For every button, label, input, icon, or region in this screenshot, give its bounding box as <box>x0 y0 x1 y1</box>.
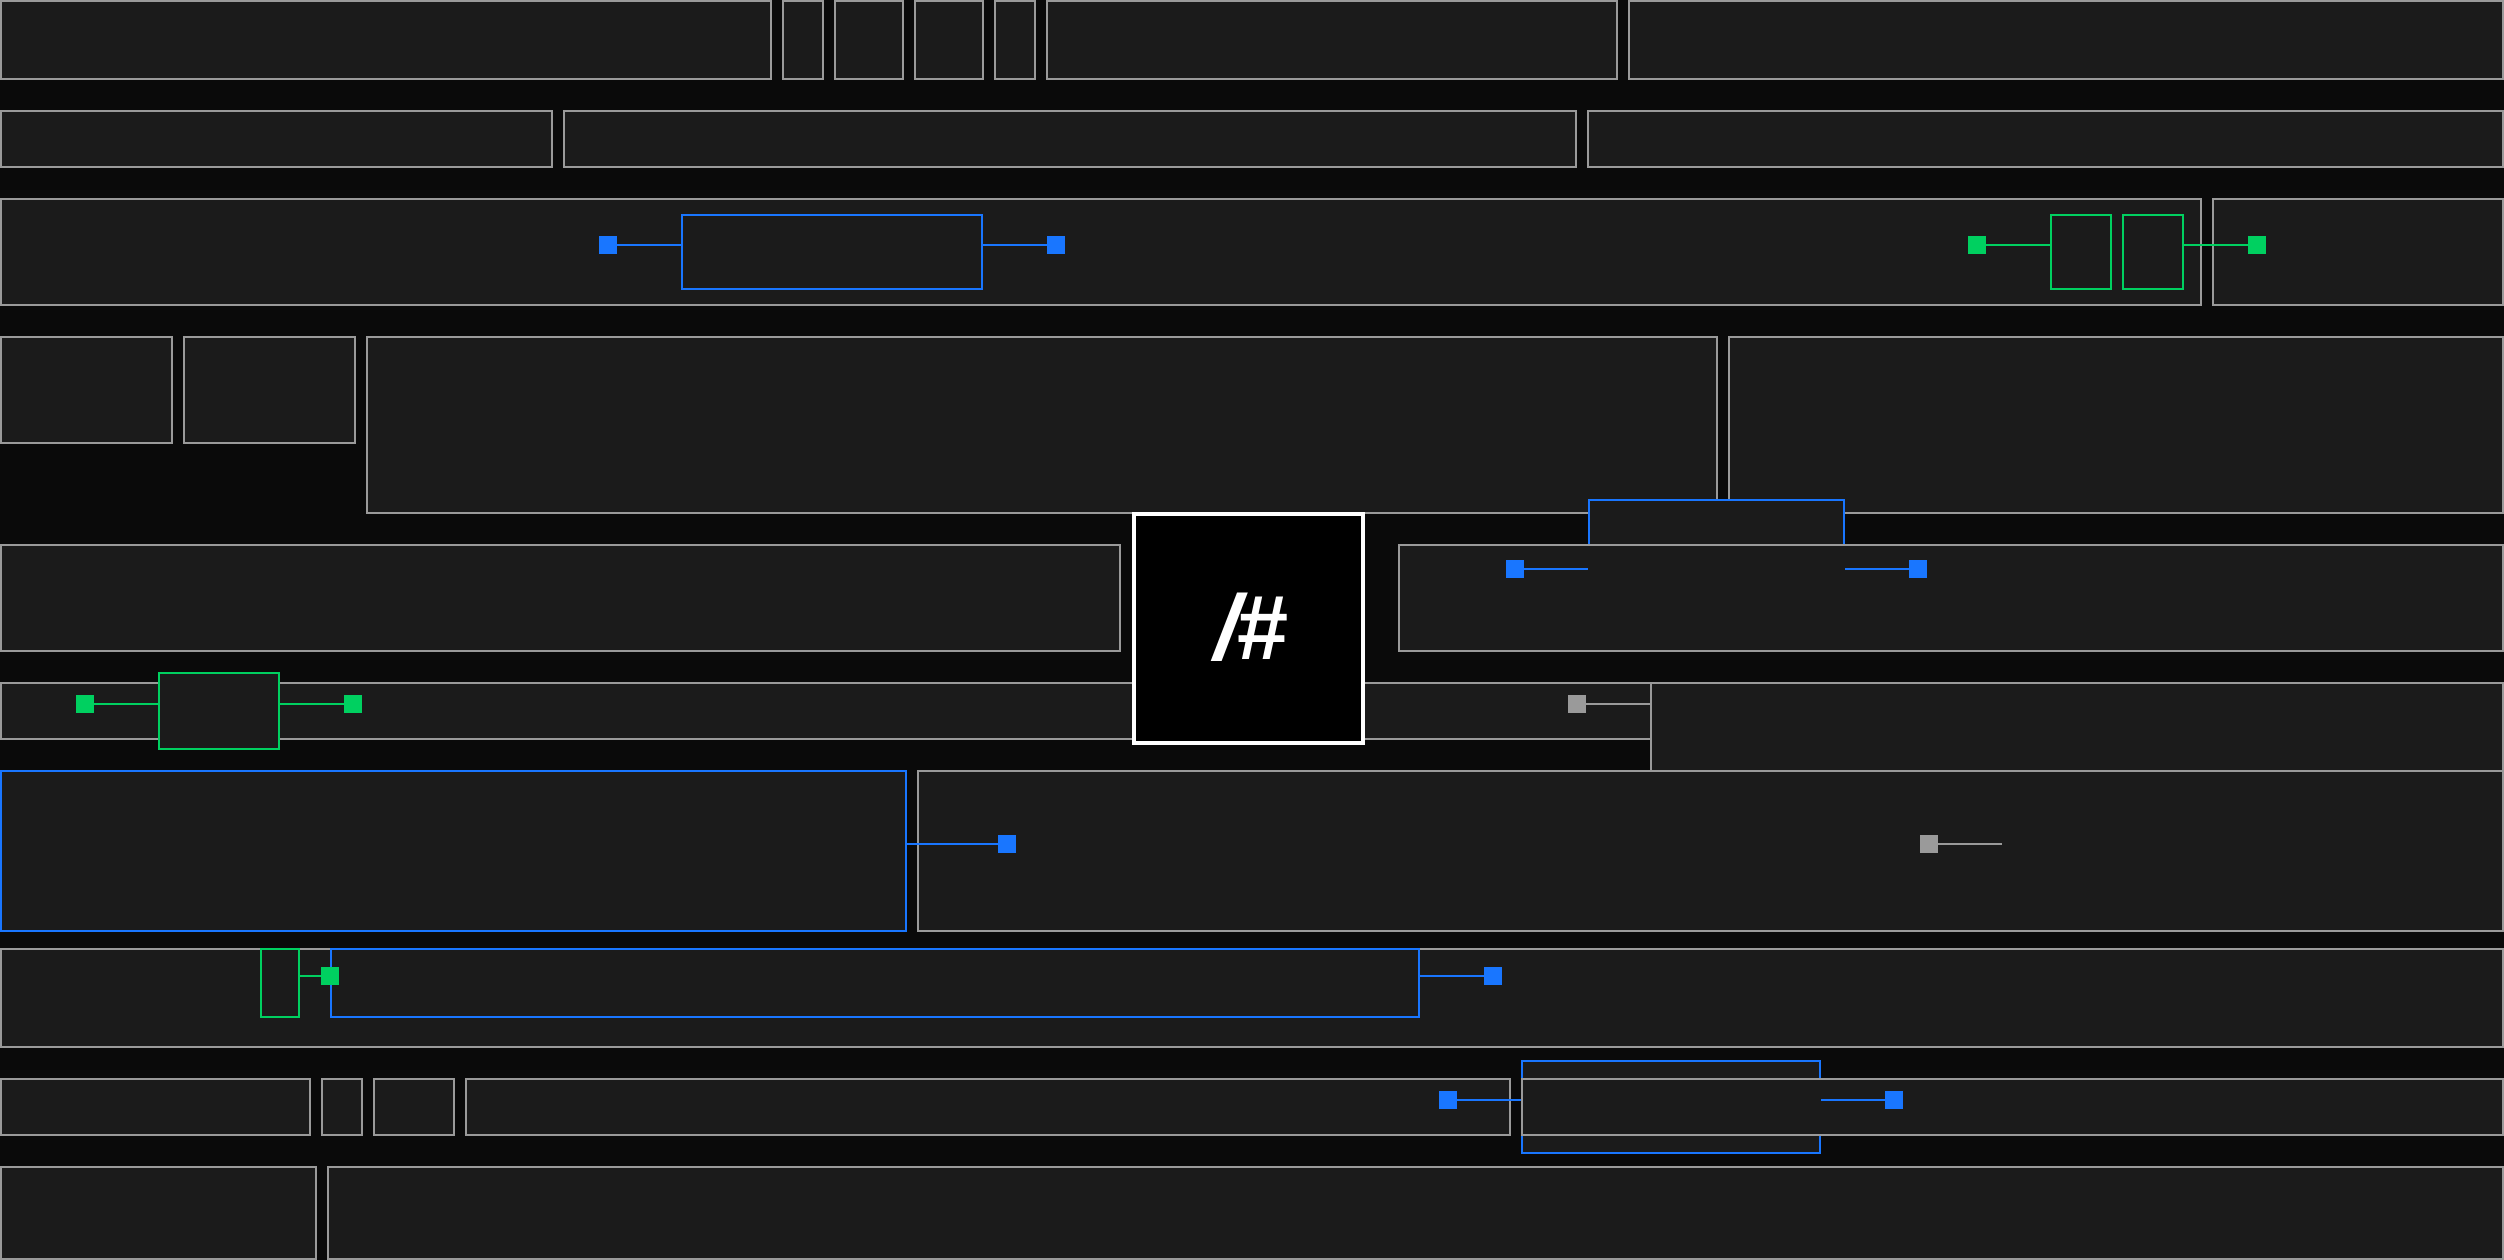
connector-wire-10 <box>1929 843 2002 845</box>
block-8 <box>563 110 1577 168</box>
connector-wire-2 <box>1977 244 2050 246</box>
block-16 <box>183 336 356 444</box>
block-12 <box>2050 214 2112 290</box>
block-26 <box>917 770 2504 932</box>
connector-dot-6 <box>76 695 94 713</box>
connector-wire-0 <box>608 244 681 246</box>
center-logo-text: /# <box>1214 576 1283 681</box>
connector-wire-8 <box>1577 703 1650 705</box>
connector-wire-3 <box>2184 244 2257 246</box>
block-9 <box>1587 110 2504 168</box>
block-37 <box>327 1166 2504 1260</box>
block-17 <box>366 336 1718 514</box>
connector-dot-1 <box>1047 236 1065 254</box>
connector-wire-5 <box>1845 568 1918 570</box>
block-23 <box>158 672 280 750</box>
center-logo-box: /# <box>1132 512 1365 745</box>
connector-wire-1 <box>983 244 1056 246</box>
block-1 <box>782 0 824 80</box>
connector-dot-14 <box>1885 1091 1903 1109</box>
connector-dot-0 <box>599 236 617 254</box>
block-13 <box>2122 214 2184 290</box>
block-25 <box>0 770 907 932</box>
connector-wire-9 <box>907 843 1007 845</box>
block-5 <box>1046 0 1618 80</box>
block-10 <box>0 198 2202 306</box>
block-33 <box>465 1078 1511 1136</box>
block-31 <box>321 1078 363 1136</box>
connector-wire-14 <box>1821 1099 1894 1101</box>
connector-wire-13 <box>1448 1099 1521 1101</box>
diagram-canvas: /# <box>0 0 2504 1260</box>
block-29 <box>330 948 1420 1018</box>
connector-dot-2 <box>1968 236 1986 254</box>
block-15 <box>0 336 173 444</box>
connector-dot-12 <box>1484 967 1502 985</box>
connector-dot-7 <box>344 695 362 713</box>
block-18 <box>1728 336 2504 514</box>
connector-dot-8 <box>1568 695 1586 713</box>
connector-dot-5 <box>1909 560 1927 578</box>
block-28 <box>260 948 300 1018</box>
connector-wire-6 <box>85 703 158 705</box>
connector-dot-4 <box>1506 560 1524 578</box>
block-0 <box>0 0 772 80</box>
block-7 <box>0 110 553 168</box>
block-19 <box>0 544 1121 652</box>
connector-dot-9 <box>998 835 1016 853</box>
block-21 <box>1398 544 2504 652</box>
block-30 <box>0 1078 311 1136</box>
block-2 <box>834 0 904 80</box>
connector-dot-10 <box>1920 835 1938 853</box>
block-4 <box>994 0 1036 80</box>
connector-dot-11 <box>321 967 339 985</box>
block-32 <box>373 1078 455 1136</box>
block-35 <box>1521 1078 2504 1136</box>
block-6 <box>1628 0 2504 80</box>
connector-dot-3 <box>2248 236 2266 254</box>
connector-wire-4 <box>1515 568 1588 570</box>
connector-dot-13 <box>1439 1091 1457 1109</box>
connector-wire-7 <box>280 703 353 705</box>
block-36 <box>0 1166 317 1260</box>
block-3 <box>914 0 984 80</box>
block-11 <box>681 214 983 290</box>
connector-wire-12 <box>1420 975 1493 977</box>
